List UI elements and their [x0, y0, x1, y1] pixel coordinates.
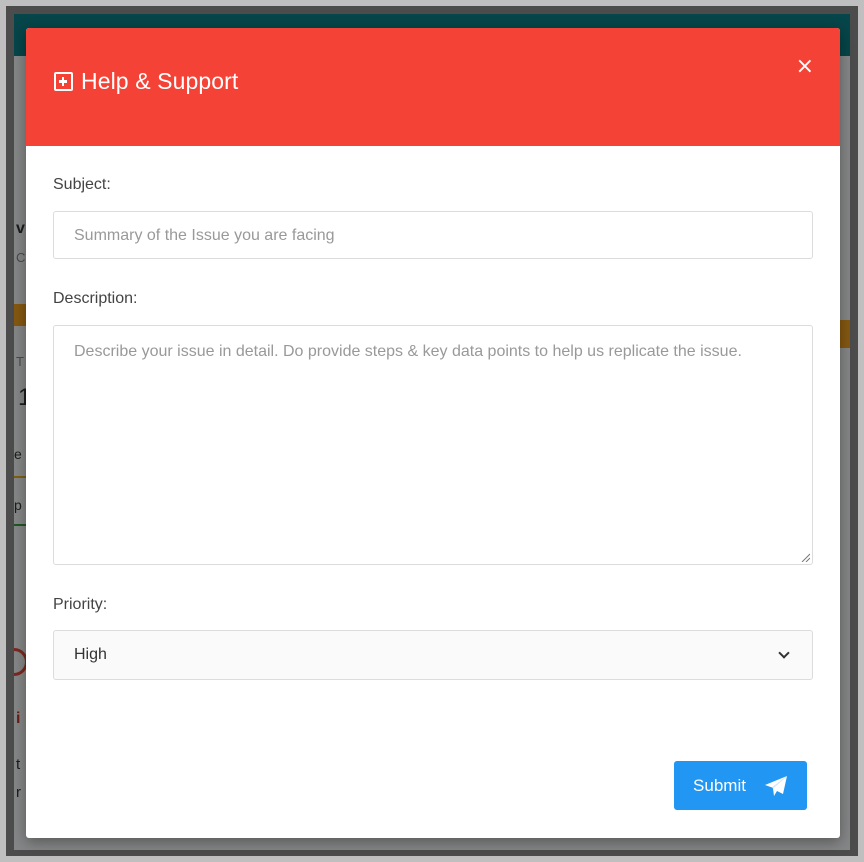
- submit-label: Submit: [693, 775, 746, 795]
- priority-selected-value: High: [74, 646, 107, 663]
- subject-input[interactable]: Summary of the Issue you are facing: [53, 211, 813, 259]
- submit-button[interactable]: Submit: [674, 761, 807, 810]
- plus-square-icon: [54, 72, 73, 91]
- description-placeholder: Describe your issue in detail. Do provid…: [74, 343, 742, 360]
- description-textarea[interactable]: Describe your issue in detail. Do provid…: [53, 325, 813, 565]
- paper-plane-icon: [764, 775, 787, 796]
- close-button[interactable]: ×: [796, 56, 814, 78]
- description-label: Description:: [53, 290, 138, 307]
- modal-header: Help & Support ×: [26, 28, 840, 146]
- subject-label: Subject:: [53, 176, 111, 193]
- modal-title-text: Help & Support: [81, 68, 239, 94]
- priority-select[interactable]: High: [53, 630, 813, 680]
- help-support-modal: Help & Support × Subject: Description: P…: [26, 28, 840, 838]
- chevron-down-icon: [778, 647, 790, 659]
- resize-grip-icon[interactable]: [800, 552, 810, 562]
- subject-placeholder: Summary of the Issue you are facing: [74, 227, 335, 244]
- modal-title: Help & Support: [54, 68, 238, 95]
- priority-label: Priority:: [53, 596, 108, 613]
